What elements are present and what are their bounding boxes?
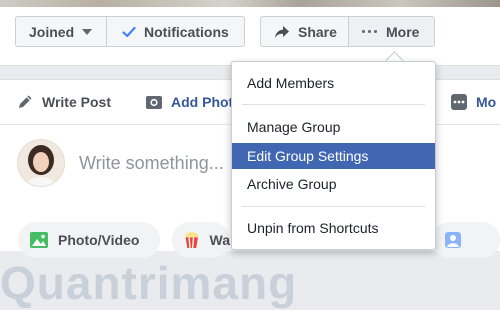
more-label: More bbox=[386, 23, 420, 40]
tab-write-post-label: Write Post bbox=[42, 94, 111, 110]
photo-video-label: Photo/Video bbox=[58, 232, 140, 248]
notifications-label: Notifications bbox=[144, 23, 229, 40]
notifications-button[interactable]: Notifications bbox=[106, 16, 245, 47]
camera-icon bbox=[146, 96, 162, 109]
share-arrow-icon bbox=[275, 25, 289, 38]
caret-down-icon bbox=[82, 28, 93, 35]
tab-add-photo[interactable]: Add Photo bbox=[145, 93, 242, 111]
menu-divider bbox=[242, 206, 425, 207]
photo-video-button[interactable]: Photo/Video bbox=[18, 222, 160, 258]
joined-button[interactable]: Joined bbox=[15, 16, 107, 47]
share-button[interactable]: Share bbox=[260, 16, 349, 47]
avatar bbox=[17, 139, 65, 187]
tab-write-post[interactable]: Write Post bbox=[16, 93, 111, 111]
joined-label: Joined bbox=[29, 23, 75, 40]
tab-more-label: Mo bbox=[476, 94, 497, 110]
menu-divider bbox=[242, 104, 425, 105]
ellipsis-icon bbox=[362, 30, 377, 33]
user-avatar-icon bbox=[18, 140, 64, 186]
watch-party-label: Wa bbox=[209, 232, 230, 248]
menu-item-add-members[interactable]: Add Members bbox=[232, 70, 435, 96]
popcorn-icon bbox=[185, 231, 198, 249]
more-grid-icon bbox=[451, 94, 467, 110]
menu-item-unpin-shortcuts[interactable]: Unpin from Shortcuts bbox=[232, 215, 435, 241]
watermark-text: Quantrimang bbox=[0, 257, 298, 309]
cover-photo-strip bbox=[0, 0, 500, 7]
menu-item-edit-group-settings[interactable]: Edit Group Settings bbox=[232, 143, 435, 169]
photo-icon bbox=[30, 232, 48, 248]
watch-party-button[interactable]: Wa bbox=[172, 222, 230, 258]
more-button[interactable]: More bbox=[348, 16, 435, 47]
share-label: Share bbox=[298, 23, 337, 40]
menu-item-archive-group[interactable]: Archive Group bbox=[232, 171, 435, 197]
menu-item-manage-group[interactable]: Manage Group bbox=[232, 114, 435, 140]
tab-more[interactable]: Mo bbox=[450, 93, 496, 111]
more-dropdown-menu: Add Members Manage Group Edit Group Sett… bbox=[231, 61, 436, 250]
write-something-input[interactable]: Write something... bbox=[79, 153, 224, 174]
attachment-pill-partial[interactable] bbox=[432, 222, 500, 258]
check-icon bbox=[122, 26, 136, 37]
tag-icon bbox=[445, 232, 461, 248]
pencil-icon bbox=[19, 95, 32, 108]
group-action-bar: Joined Notifications Share More bbox=[0, 7, 500, 66]
